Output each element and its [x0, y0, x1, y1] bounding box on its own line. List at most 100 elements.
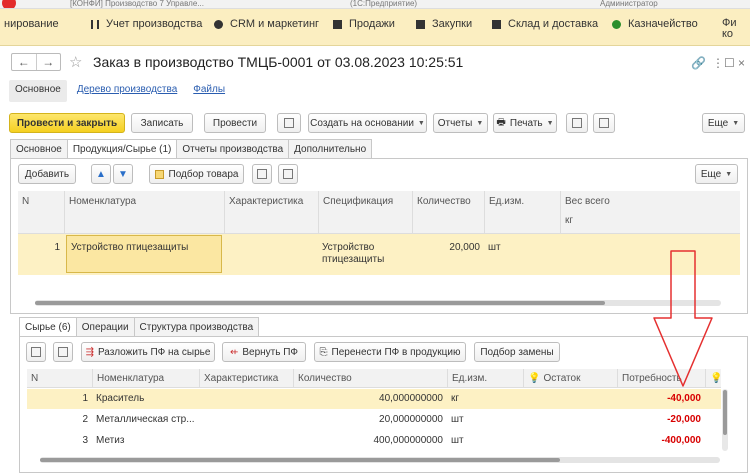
col-n[interactable]: N: [27, 369, 92, 387]
products-table-header: N Номенклатура Характеристика Спецификац…: [18, 191, 740, 234]
materials-copy-button[interactable]: [26, 342, 46, 362]
col-item[interactable]: Номенклатура: [92, 369, 199, 387]
table-row[interactable]: 2 Металлическая стр... 20,000000000 шт -…: [27, 410, 721, 430]
forward-button[interactable]: →: [37, 54, 61, 70]
scroll-thumb[interactable]: [723, 390, 727, 435]
row-item: Металлическая стр...: [96, 414, 195, 425]
attach-button[interactable]: [566, 113, 588, 133]
section-purchases[interactable]: Закупки: [416, 18, 472, 38]
link-icon[interactable]: 🔗: [691, 56, 706, 70]
section-label: Продажи: [349, 18, 395, 30]
section-sales[interactable]: Продажи: [333, 18, 395, 38]
materials-paste-button[interactable]: [53, 342, 73, 362]
row-n: 1: [54, 242, 60, 253]
section-label: Учет производства: [106, 18, 203, 30]
copy-button[interactable]: [252, 164, 272, 184]
write-button[interactable]: Записать: [131, 113, 193, 133]
create-based-on-button[interactable]: Создать на основании ▼: [308, 113, 427, 133]
row-unit: шт: [488, 242, 501, 253]
tab-files[interactable]: Файлы: [187, 80, 231, 102]
tab-production-structure[interactable]: Структура производства: [133, 317, 260, 336]
paste-icon: [58, 347, 68, 357]
col-characteristic[interactable]: Характеристика: [199, 369, 293, 387]
col-weight-unit: кг: [565, 215, 574, 226]
col-quantity[interactable]: Количество: [293, 369, 447, 387]
move-up-button[interactable]: ▲: [91, 164, 111, 184]
expand-pf-button[interactable]: ⇶ Разложить ПФ на сырье: [81, 342, 215, 362]
section-treasury[interactable]: Казначейство: [612, 18, 698, 38]
history-nav: ← →: [11, 53, 61, 71]
list-icon: [284, 118, 294, 128]
col-stock-label: Остаток: [543, 373, 581, 384]
products-more-button[interactable]: Еще ▼: [695, 164, 738, 184]
post-button[interactable]: Провести: [204, 113, 266, 133]
move-pf-button[interactable]: ⎘ Перенести ПФ в продукцию: [314, 342, 466, 362]
form-nav-tabs: Основное Дерево производства Файлы: [9, 80, 235, 102]
section-production-accounting[interactable]: Учет производства: [91, 18, 202, 38]
tab-materials[interactable]: Сырье (6): [19, 317, 77, 336]
materials-hscroll[interactable]: [40, 457, 720, 463]
more-button[interactable]: Еще ▼: [702, 113, 745, 133]
expand-pf-label: Разложить ПФ на сырье: [97, 346, 211, 358]
materials-vscroll[interactable]: [722, 389, 728, 451]
section-warehouse[interactable]: Склад и доставка: [492, 18, 598, 38]
col-quantity[interactable]: Количество: [412, 191, 484, 233]
more-label: Еще: [700, 168, 722, 180]
add-button[interactable]: Добавить: [18, 164, 76, 184]
table-row[interactable]: 1 Устройство птицезащиты Устройство птиц…: [18, 234, 740, 275]
journal-button[interactable]: [277, 113, 301, 133]
col-need[interactable]: Потребность: [617, 369, 705, 387]
col-specification[interactable]: Спецификация: [318, 191, 412, 233]
tab-doc-main[interactable]: Основное: [10, 139, 68, 158]
back-button[interactable]: ←: [12, 54, 37, 70]
section-crm[interactable]: CRM и маркетинг: [214, 18, 319, 38]
select-goods-icon: [154, 169, 164, 179]
sales-icon: [333, 20, 342, 29]
section-planning[interactable]: нирование: [4, 18, 59, 38]
select-replacement-button[interactable]: Подбор замены: [474, 342, 560, 362]
tab-additional[interactable]: Дополнительно: [288, 139, 373, 158]
current-user[interactable]: Администратор: [600, 0, 658, 8]
pdf-button[interactable]: [593, 113, 615, 133]
tab-main[interactable]: Основное: [9, 80, 67, 102]
row-unit: кг: [451, 393, 460, 404]
scroll-thumb[interactable]: [40, 458, 560, 462]
col-unit[interactable]: Ед.изм.: [484, 191, 560, 233]
window-title: [КОНФИ] Производство 7 Управле...: [70, 0, 204, 8]
tab-products-materials[interactable]: Продукция/Сырье (1): [66, 139, 178, 158]
col-item[interactable]: Номенклатура: [64, 191, 224, 233]
table-row[interactable]: 3 Метиз 400,000000000 шт -400,000: [27, 431, 721, 451]
maximize-icon[interactable]: ☐: [724, 56, 735, 70]
window-title-platform: (1С:Предприятие): [350, 0, 418, 8]
post-and-close-button[interactable]: Провести и закрыть: [9, 113, 125, 133]
products-hscroll[interactable]: [35, 300, 721, 306]
lightbulb-icon: 💡: [710, 373, 723, 384]
col-extra[interactable]: 💡: [705, 369, 723, 387]
col-unit[interactable]: Ед.изм.: [447, 369, 523, 387]
section-finance[interactable]: Фи ко: [722, 18, 737, 40]
section-label: нирование: [4, 18, 59, 30]
move-down-button[interactable]: ▼: [113, 164, 133, 184]
arrow-down-icon: ▼: [118, 168, 128, 180]
tab-production-tree[interactable]: Дерево производства: [71, 80, 183, 102]
table-row[interactable]: 1 Краситель 40,000000000 кг -40,000: [27, 389, 721, 409]
col-characteristic[interactable]: Характеристика: [224, 191, 318, 233]
printer-icon: 🖶: [496, 116, 506, 128]
more-label: Еще: [707, 117, 729, 129]
item-field[interactable]: Устройство птицезащиты: [66, 235, 222, 273]
scroll-thumb[interactable]: [35, 301, 605, 305]
tab-operations[interactable]: Операции: [75, 317, 135, 336]
paste-button[interactable]: [278, 164, 298, 184]
more-vertical-icon[interactable]: ⋮: [712, 56, 724, 70]
return-pf-button[interactable]: ⇷ Вернуть ПФ: [222, 342, 306, 362]
col-weight[interactable]: Вес всего кг: [560, 191, 740, 233]
factory-icon: [91, 20, 99, 29]
favorite-star-icon[interactable]: ☆: [69, 53, 82, 71]
tab-production-reports[interactable]: Отчеты производства: [176, 139, 290, 158]
print-button[interactable]: 🖶 Печать ▼: [493, 113, 557, 133]
col-n[interactable]: N: [18, 191, 64, 233]
close-icon[interactable]: ×: [738, 56, 745, 70]
select-goods-button[interactable]: Подбор товара: [149, 164, 244, 184]
reports-button[interactable]: Отчеты ▼: [433, 113, 488, 133]
col-stock[interactable]: 💡 Остаток: [523, 369, 617, 387]
